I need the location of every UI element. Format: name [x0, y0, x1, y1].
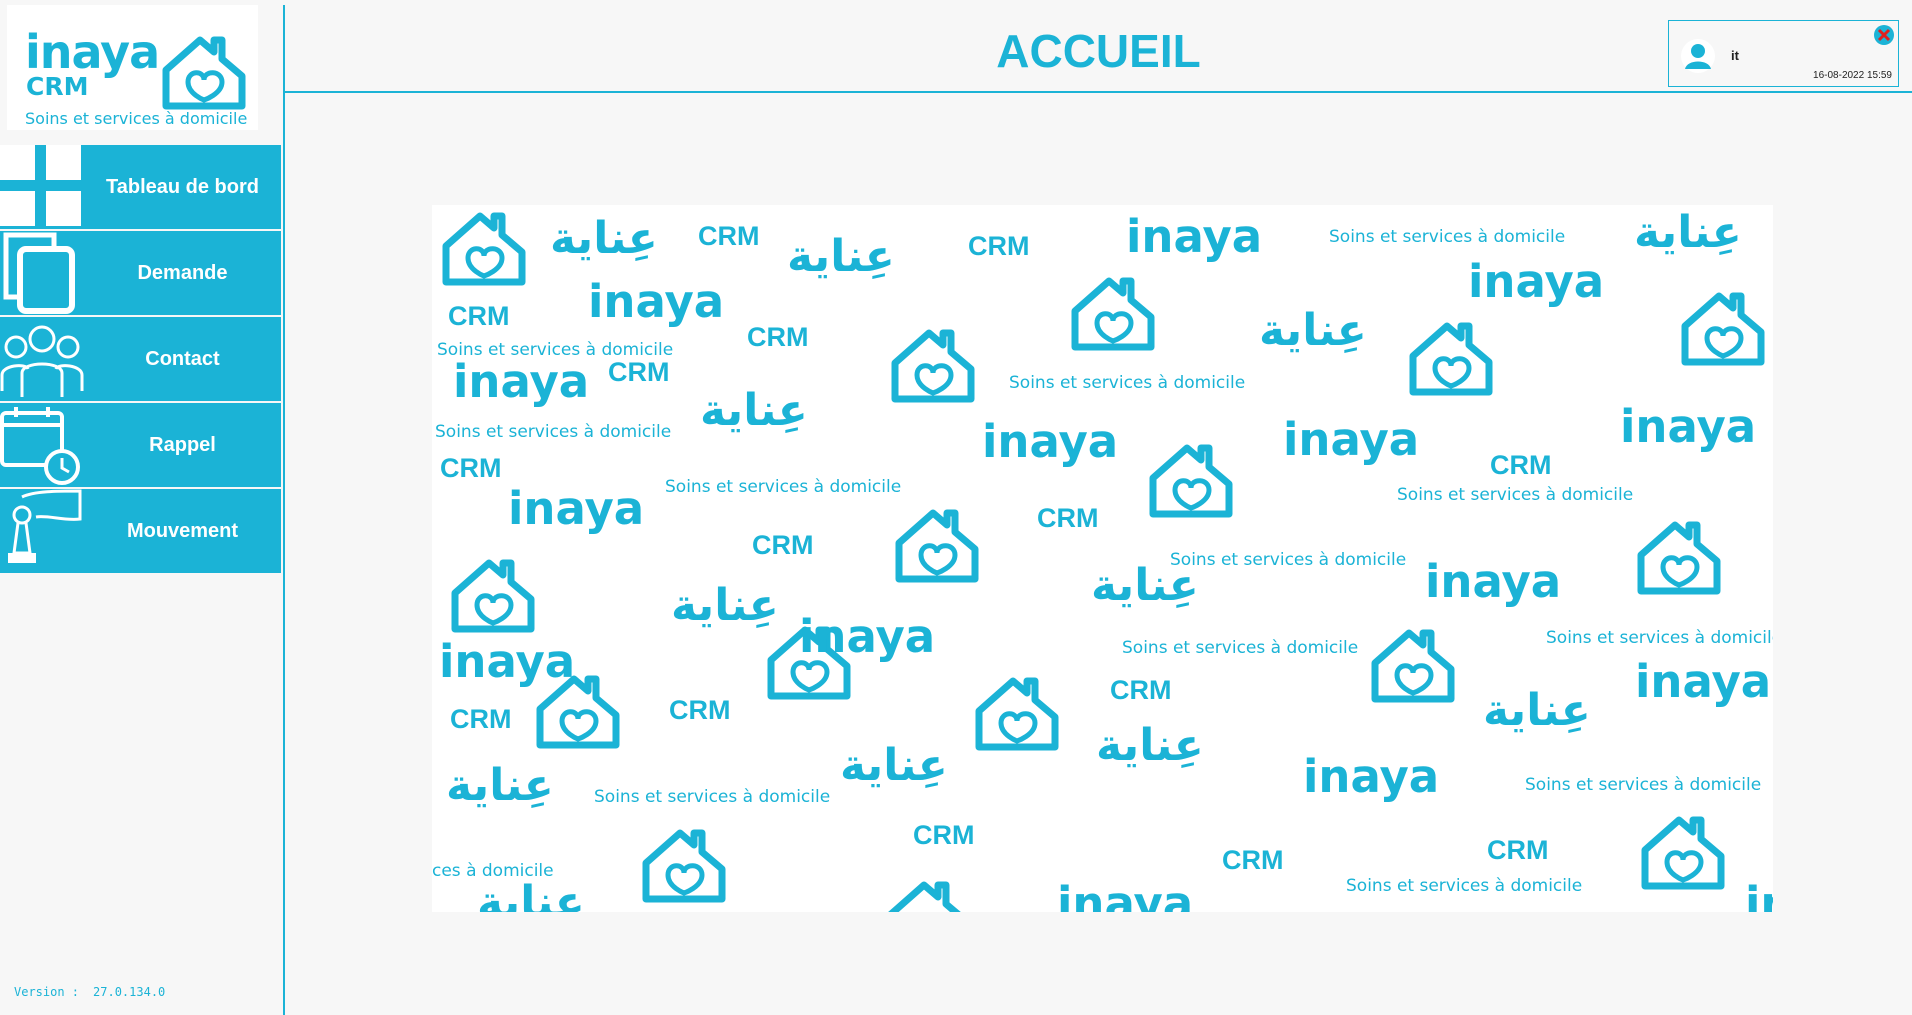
wallpaper-arabic: عِناية: [550, 213, 658, 264]
house-heart-icon: [1371, 629, 1455, 703]
wallpaper-brand: inaya: [1620, 400, 1757, 453]
wallpaper-crm: CRM: [1037, 503, 1099, 533]
wallpaper-brand: inaya: [1468, 255, 1605, 308]
sidebar-item-tableau-de-bord[interactable]: Tableau de bord: [0, 145, 281, 229]
wallpaper-crm: CRM: [608, 357, 670, 387]
sidebar-item-mouvement[interactable]: Mouvement: [0, 489, 281, 573]
home-wallpaper: عِناية CRM عِناية CRM inaya Soins et ser…: [432, 205, 1773, 912]
wallpaper-brand: inaya: [508, 482, 645, 535]
wallpaper-arabic: عِناية: [446, 760, 554, 811]
wallpaper-arabic: عِناية: [700, 385, 808, 436]
version-value: 27.0.134.0: [93, 985, 166, 999]
wallpaper-crm: CRM: [440, 453, 502, 483]
wallpaper-arabic: عِناية: [1634, 207, 1742, 258]
wallpaper-crm: CRM: [752, 530, 814, 560]
user-avatar-icon: [1681, 39, 1715, 73]
wallpaper-brand: inaya: [1745, 877, 1773, 912]
wallpaper-brand: inaya: [1303, 750, 1440, 803]
calendar-alarm-icon: [0, 407, 80, 485]
house-heart-icon: [1149, 444, 1233, 518]
logo-crm: CRM: [26, 72, 89, 101]
wallpaper-arabic: عِناية: [840, 740, 948, 791]
wallpaper-crm: CRM: [747, 322, 809, 352]
sidebar-item-label: Rappel: [149, 434, 216, 456]
wallpaper-tagline: Soins et services à domicile: [665, 477, 902, 497]
wallpaper-arabic: عِناية: [1096, 720, 1204, 771]
wallpaper-crm: CRM: [1222, 845, 1284, 875]
user-datetime: 16-08-2022 15:59: [1813, 70, 1892, 81]
wallpaper-arabic: عِناية: [1483, 685, 1591, 736]
logo-brand: inaya: [25, 25, 160, 79]
sidebar-item-label: Demande: [137, 262, 228, 284]
wallpaper-brand: inaya: [1635, 655, 1772, 708]
close-icon[interactable]: [1873, 24, 1895, 46]
wallpaper-brand: inaya: [1425, 555, 1562, 608]
sidebar-item-demande[interactable]: Demande: [0, 231, 281, 315]
wallpaper-brand: inaya: [1057, 877, 1194, 912]
house-heart-icon: [642, 829, 726, 903]
wallpaper-brand: inaya: [588, 275, 725, 328]
wallpaper-arabic: عِناية: [1259, 305, 1367, 356]
user-name: it: [1731, 48, 1739, 63]
wallpaper-crm: CRM: [1487, 835, 1549, 865]
sidebar: inaya CRM Soins et services à domicile T…: [0, 0, 282, 1015]
wallpaper-brand: inaya: [439, 635, 576, 688]
header-divider: [285, 91, 1912, 93]
sidebar-item-label: Mouvement: [126, 520, 239, 542]
wallpaper-brand: inaya: [799, 610, 936, 663]
wallpaper-crm: CRM: [698, 221, 760, 251]
wallpaper-crm: CRM: [450, 704, 512, 734]
wallpaper-crm: CRM: [968, 231, 1030, 261]
house-heart-icon: [895, 509, 979, 583]
dashboard-grid-icon: [0, 145, 81, 226]
app-logo: inaya CRM Soins et services à domicile: [7, 5, 258, 130]
wallpaper-brand: inaya: [982, 415, 1119, 468]
wallpaper-brand: inaya: [1283, 413, 1420, 466]
wallpaper-arabic: عِناية: [671, 580, 779, 631]
wallpaper-tagline: Soins et services à domicile: [1122, 638, 1359, 658]
wallpaper-crm: CRM: [913, 820, 975, 850]
wallpaper-crm: CRM: [669, 695, 731, 725]
wallpaper-crm: CRM: [1110, 675, 1172, 705]
wallpaper-tagline: Soins et services à domicile: [1397, 485, 1634, 505]
wallpaper-crm: CRM: [1490, 450, 1552, 480]
version-info: Version : 27.0.134.0: [14, 985, 179, 999]
house-heart-icon: [888, 881, 961, 912]
wallpaper-tagline: Soins et services à domicile: [1009, 373, 1246, 393]
version-label: Version :: [14, 985, 80, 999]
sidebar-item-label: Contact: [145, 348, 220, 370]
sidebar-item-contact[interactable]: Contact: [0, 317, 281, 401]
documents-icon: [3, 232, 75, 314]
house-heart-icon: [162, 36, 246, 110]
sidebar-item-rappel[interactable]: Rappel: [0, 403, 281, 487]
wallpaper-tagline: Soins et services à domicile: [1525, 775, 1762, 795]
wallpaper-tagline: Soins et services à domicile: [1329, 227, 1566, 247]
wallpaper-tagline: Soins et services à domicile: [435, 422, 672, 442]
house-heart-icon: [442, 212, 526, 286]
wallpaper-arabic: عِناية: [1091, 560, 1199, 611]
wallpaper-brand: inaya: [453, 355, 590, 408]
wallpaper-crm: CRM: [448, 301, 510, 331]
house-heart-icon: [1681, 292, 1765, 366]
sidebar-item-label: Tableau de bord: [106, 176, 259, 198]
house-heart-icon: [1071, 277, 1155, 351]
wallpaper-tagline: Soins et services à domicile: [594, 787, 831, 807]
wallpaper-tagline: Soins et services à domicile: [1170, 550, 1407, 570]
house-heart-icon: [451, 559, 535, 633]
wallpaper-arabic: عِناية: [787, 231, 895, 282]
house-heart-icon: [1641, 816, 1725, 890]
wallpaper-tagline: Soins et services à domicile: [1346, 876, 1583, 896]
contacts-group-icon: [0, 325, 84, 397]
house-heart-icon: [891, 329, 975, 403]
wallpaper-tagline: Soins et services à domicile: [1546, 628, 1773, 648]
house-heart-icon: [1409, 322, 1493, 396]
wallpaper-arabic: عِناية: [477, 877, 585, 912]
house-heart-icon: [1637, 521, 1721, 595]
sidebar-divider: [283, 5, 285, 1015]
house-heart-icon: [975, 677, 1059, 751]
wallpaper-brand: inaya: [1126, 210, 1263, 263]
user-panel: it 16-08-2022 15:59: [1668, 20, 1899, 87]
chess-pawn-hand-icon: [8, 489, 82, 563]
